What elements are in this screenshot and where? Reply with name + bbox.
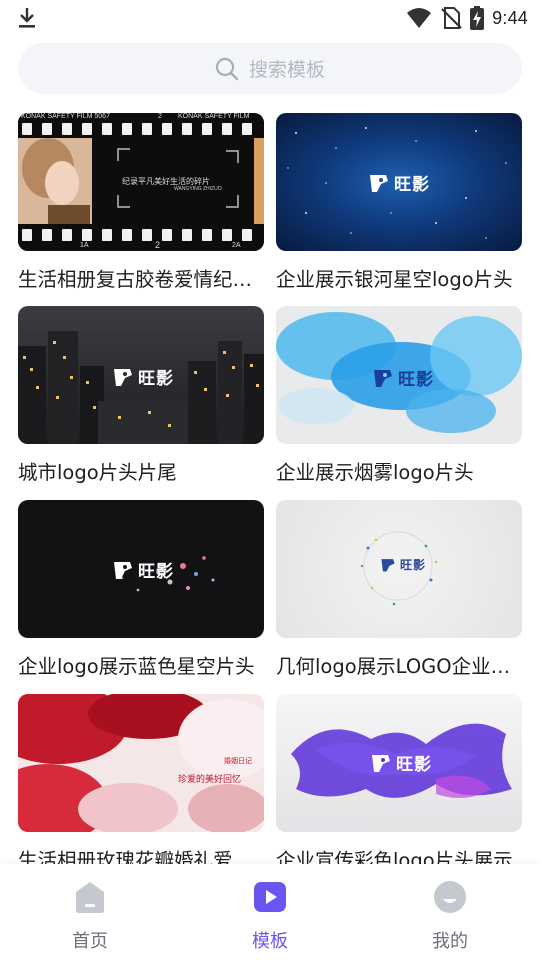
brand-mark-icon [114, 561, 132, 579]
nav-item-template[interactable]: 模板 [220, 880, 320, 952]
template-thumbnail[interactable]: 旺影 [18, 500, 264, 638]
brand-mark-icon [372, 754, 390, 772]
brand-text: 旺影 [138, 369, 174, 389]
profile-icon [434, 881, 466, 913]
brand-mark-icon [381, 558, 395, 572]
template-thumbnail[interactable]: KONAK SAFETY FILM 5067 2 KONAK SAFETY FI… [18, 113, 264, 251]
search-placeholder: 搜索模板 [248, 59, 325, 81]
brand-mark-icon [370, 174, 388, 192]
brand-logo: 旺影 [380, 556, 426, 573]
brand-text: 旺影 [396, 755, 432, 775]
template-thumbnail[interactable]: 旺影 [276, 306, 522, 444]
brand-text: 旺影 [400, 558, 427, 572]
film-frame-number: 2 [155, 240, 161, 250]
nav-item-profile[interactable]: 我的 [400, 880, 500, 952]
template-thumbnail[interactable]: 婚姻日记 珍爱的美好回忆 [18, 694, 264, 832]
home-icon [76, 882, 104, 913]
status-bar: 9:44 [0, 0, 540, 36]
brand-text: 旺影 [138, 562, 174, 582]
clock-time: 9:44 [492, 7, 528, 28]
template-title: 企业展示烟雾logo片头 [276, 461, 474, 484]
film-edge-text: KONAK SAFETY FILM [178, 113, 250, 120]
nav-label-template: 模板 [252, 931, 288, 952]
template-thumbnail[interactable]: 旺影 [276, 500, 522, 638]
wifi-icon [407, 8, 432, 28]
film-frame-number: 2 [158, 113, 162, 120]
nav-item-home[interactable]: 首页 [40, 880, 140, 952]
brand-mark-icon [374, 369, 392, 387]
brand-mark-icon [114, 368, 132, 386]
film-edge-text: 1A [80, 242, 89, 249]
template-title: 几何logo展示LOGO企业片头 [276, 655, 524, 678]
download-icon [19, 8, 35, 28]
search-icon [215, 57, 239, 80]
no-sim-icon [441, 7, 462, 29]
nav-label-home: 首页 [72, 931, 108, 952]
film-edge-text: KONAK SAFETY FILM 5067 [21, 113, 110, 120]
brand-logo: 旺影 [372, 365, 434, 390]
template-play-icon [254, 882, 286, 912]
nav-label-profile: 我的 [432, 931, 468, 952]
template-thumbnail[interactable]: 旺影 [18, 306, 264, 444]
template-thumbnail[interactable]: 旺影 [276, 694, 522, 832]
brand-text: 旺影 [394, 175, 430, 195]
bottom-nav: 首页 模板 我的 [0, 864, 540, 960]
template-title: 企业logo展示蓝色星空片头 [18, 655, 255, 678]
film-caption-sub: WANGYING ZHIZUO [174, 186, 222, 192]
brand-logo: 旺影 [112, 364, 174, 389]
film-edge-text: 2A [232, 242, 241, 249]
search-input[interactable]: 搜索模板 [18, 43, 522, 94]
brand-logo: 旺影 [112, 557, 174, 582]
battery-charging-icon [470, 6, 485, 30]
template-thumbnail[interactable]: 旺影 [276, 113, 522, 251]
brand-text: 旺影 [398, 370, 434, 390]
template-title: 企业展示银河星空logo片头 [276, 268, 513, 291]
brand-logo: 旺影 [368, 170, 430, 195]
brand-logo: 旺影 [370, 750, 432, 775]
album-caption-sub: 珍爱的美好回忆 [178, 775, 242, 785]
template-title: 城市logo片头片尾 [18, 461, 177, 484]
template-title: 生活相册复古胶卷爱情纪念相册 [18, 268, 266, 291]
album-caption: 婚姻日记 [224, 757, 252, 765]
